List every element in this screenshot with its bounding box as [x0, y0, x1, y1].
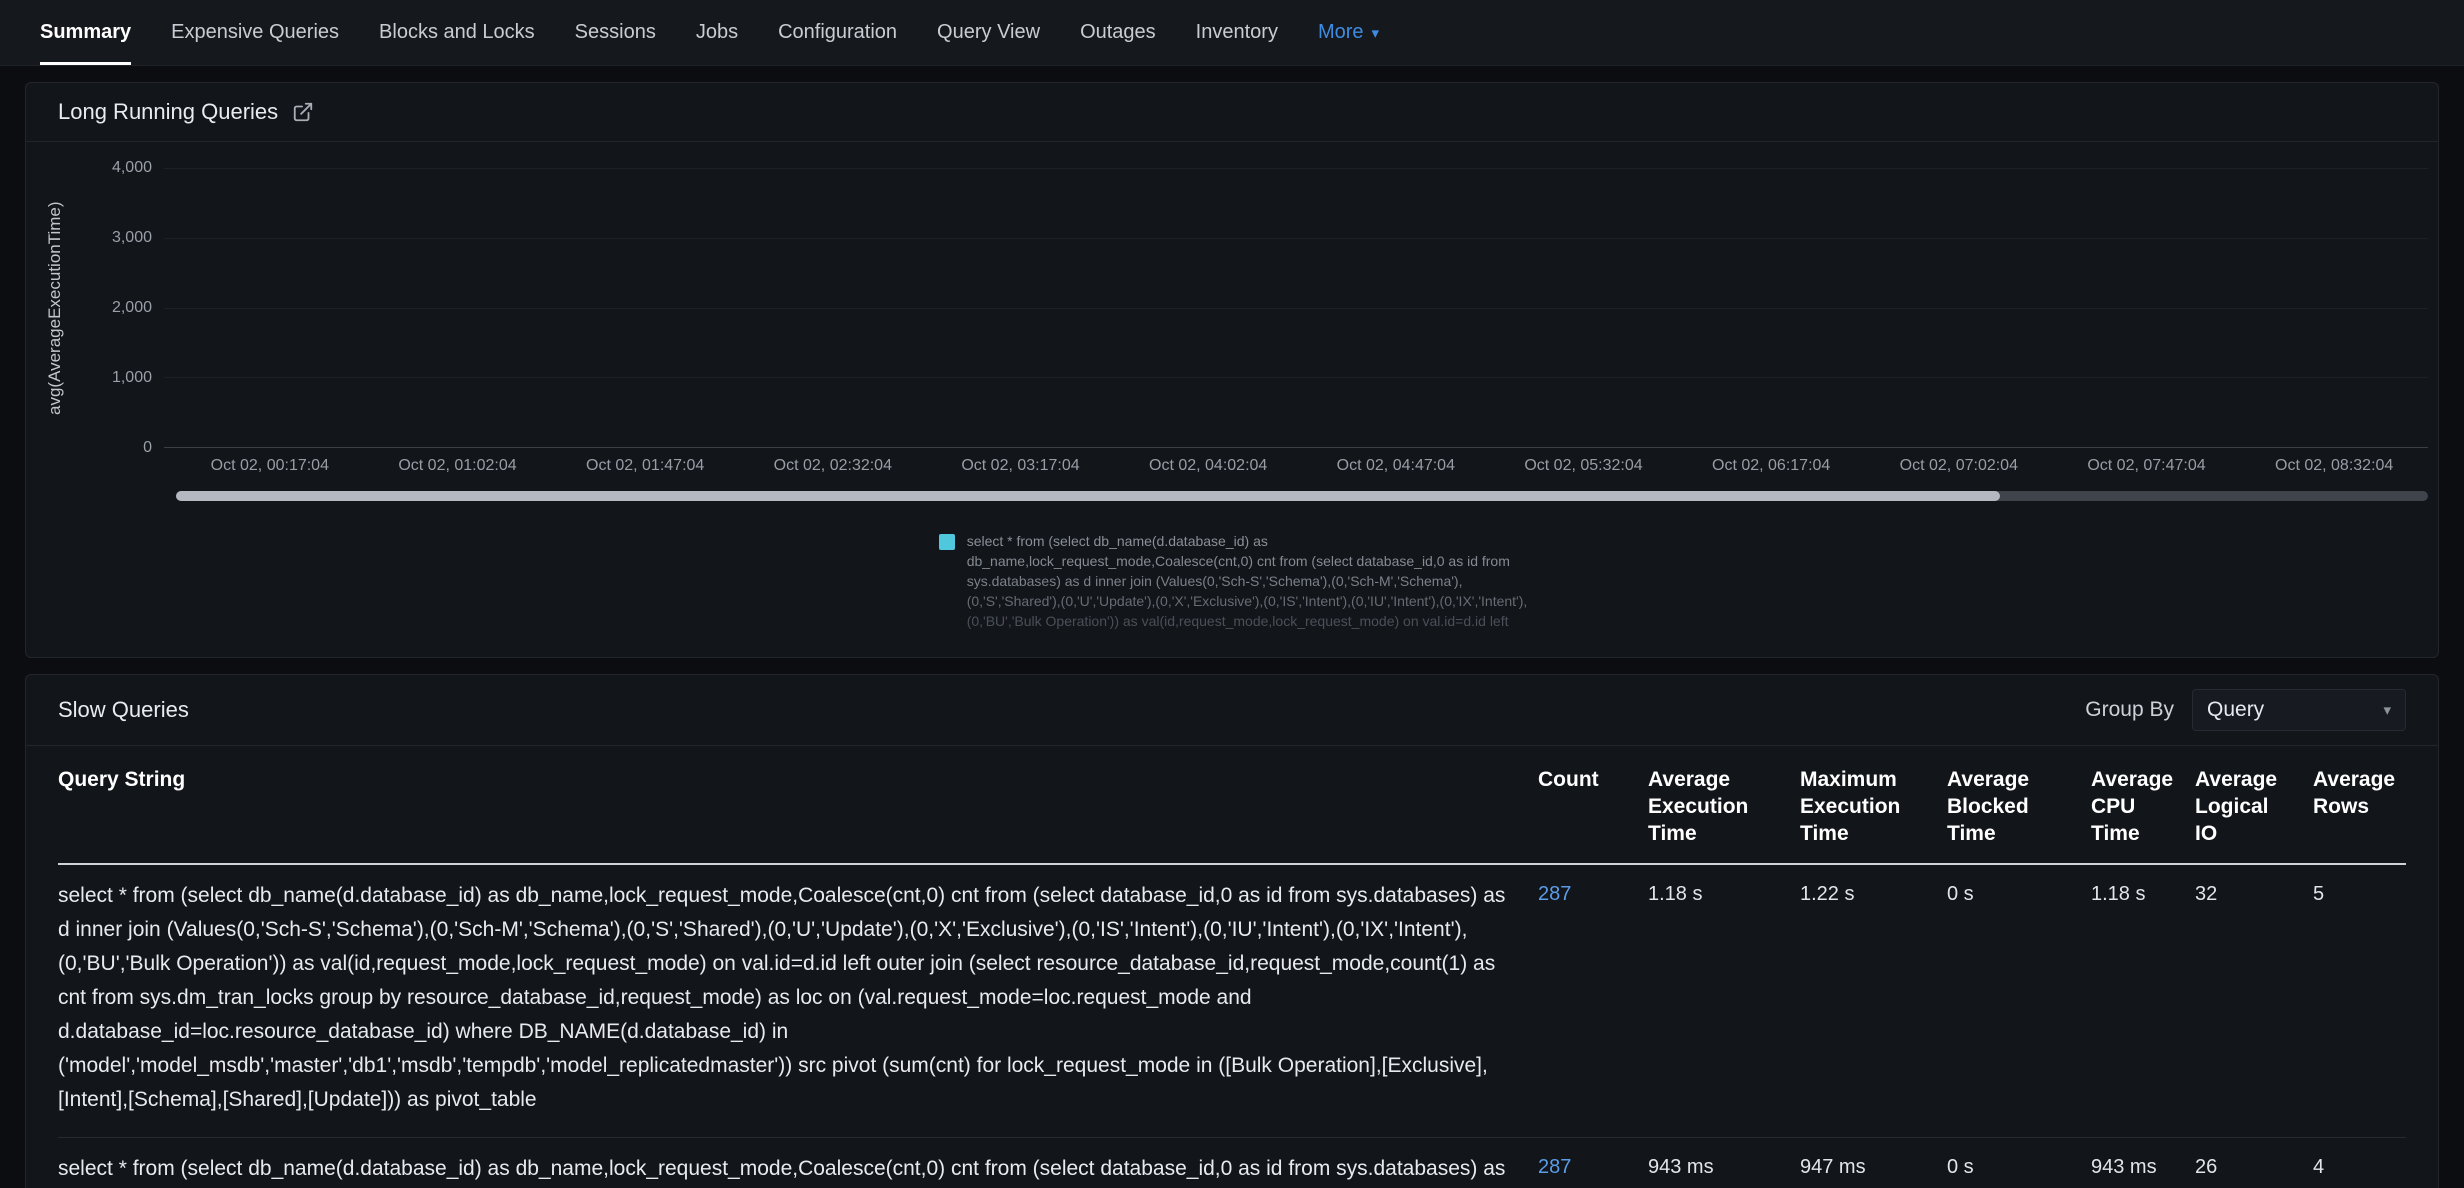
more-label: More — [1318, 21, 1364, 44]
chart-scrollbar[interactable] — [176, 491, 2428, 501]
y-axis-ticks: 01,0002,0003,0004,000 — [72, 168, 164, 448]
plot-area — [164, 168, 2428, 448]
table-row: select * from (select db_name(d.database… — [58, 1138, 2406, 1188]
column-header-average-rows: Average Rows — [2313, 766, 2408, 847]
tab-jobs[interactable]: Jobs — [696, 0, 738, 65]
x-tick-label: Oct 02, 01:02:04 — [364, 457, 552, 475]
long-running-queries-chart: avg(AverageExecutionTime) 0 1,000 2,000 3,0… — [26, 142, 2438, 631]
long-running-queries-title: Long Running Queries — [58, 99, 278, 125]
slow-queries-table: Query StringCountAverage Execution TimeM… — [26, 746, 2438, 1188]
avg-cpu-time-cell: 943 ms — [2091, 1152, 2195, 1179]
x-tick-label: Oct 02, 02:32:04 — [739, 457, 927, 475]
top-nav: Summary Expensive Queries Blocks and Locks… — [0, 0, 2464, 66]
tab-blocks-and-locks[interactable]: Blocks and Locks — [379, 0, 535, 65]
legend-text-line: sys.databases) as d inner join (Values(0… — [967, 571, 1528, 591]
legend-swatch — [939, 534, 955, 550]
y-axis-title: avg(AverageExecutionTime) — [38, 168, 72, 448]
tab-configuration[interactable]: Configuration — [778, 0, 897, 65]
x-tick-label: Oct 02, 04:47:04 — [1302, 457, 1490, 475]
legend-query-text: select * from (select db_name(d.database… — [967, 531, 1528, 631]
tab-expensive-queries[interactable]: Expensive Queries — [171, 0, 339, 65]
query-string-cell: select * from (select db_name(d.database… — [58, 1152, 1538, 1188]
tab-inventory[interactable]: Inventory — [1196, 0, 1278, 65]
group-by-control: Group By Query ▾ — [2085, 689, 2406, 731]
avg-blocked-time-cell: 0 s — [1947, 879, 2091, 906]
x-tick-label: Oct 02, 03:17:04 — [927, 457, 1115, 475]
x-tick-label: Oct 02, 07:02:04 — [1865, 457, 2053, 475]
open-in-new-icon[interactable] — [292, 101, 314, 123]
tab-sessions[interactable]: Sessions — [575, 0, 656, 65]
column-header-average-logical-io: Average Logical IO — [2195, 766, 2313, 847]
table-header-row: Query StringCountAverage Execution TimeM… — [58, 746, 2406, 865]
avg-cpu-time-cell: 1.18 s — [2091, 879, 2195, 906]
legend-text-line: (0,'BU','Bulk Operation')) as val(id,req… — [967, 611, 1528, 631]
y-tick-label: 2,000 — [112, 299, 152, 317]
x-tick-label: Oct 02, 00:17:04 — [176, 457, 364, 475]
column-header-count: Count — [1538, 766, 1648, 847]
avg-rows-cell: 5 — [2313, 879, 2408, 906]
chart-scrollbar-thumb[interactable] — [176, 491, 2000, 501]
column-header-maximum-execution-time: Maximum Execution Time — [1800, 766, 1947, 847]
column-header-average-cpu-time: Average CPU Time — [2091, 766, 2195, 847]
tab-summary[interactable]: Summary — [40, 0, 131, 65]
count-link[interactable]: 287 — [1538, 1152, 1648, 1179]
long-running-queries-header: Long Running Queries — [26, 83, 2438, 142]
slow-queries-title: Slow Queries — [58, 697, 189, 723]
x-tick-label: Oct 02, 01:47:04 — [551, 457, 739, 475]
tab-outages[interactable]: Outages — [1080, 0, 1156, 65]
avg-execution-time-cell: 1.18 s — [1648, 879, 1800, 906]
group-by-label: Group By — [2085, 698, 2174, 722]
avg-rows-cell: 4 — [2313, 1152, 2408, 1179]
slow-queries-panel: Slow Queries Group By Query ▾ Query Stri… — [25, 674, 2439, 1188]
max-execution-time-cell: 1.22 s — [1800, 879, 1947, 906]
y-tick-label: 0 — [143, 439, 152, 457]
avg-logical-io-cell: 32 — [2195, 879, 2313, 906]
count-link[interactable]: 287 — [1538, 879, 1648, 906]
x-tick-label: Oct 02, 06:17:04 — [1677, 457, 1865, 475]
nav-tabs: Summary Expensive Queries Blocks and Locks… — [40, 0, 1278, 65]
column-header-average-blocked-time: Average Blocked Time — [1947, 766, 2091, 847]
group-by-dropdown[interactable]: Query ▾ — [2192, 689, 2406, 731]
group-by-value: Query — [2207, 698, 2264, 722]
column-header-average-execution-time: Average Execution Time — [1648, 766, 1800, 847]
y-tick-label: 1,000 — [112, 369, 152, 387]
avg-execution-time-cell: 943 ms — [1648, 1152, 1800, 1179]
legend-text-line: (0,'S','Shared'),(0,'U','Update'),(0,'X'… — [967, 591, 1528, 611]
more-button[interactable]: More ▾ — [1318, 0, 1379, 65]
tab-query-view[interactable]: Query View — [937, 0, 1040, 65]
legend-text-line: db_name,lock_request_mode,Coalesce(cnt,0… — [967, 551, 1528, 571]
max-execution-time-cell: 947 ms — [1800, 1152, 1947, 1179]
x-tick-label: Oct 02, 07:47:04 — [2053, 457, 2241, 475]
avg-logical-io-cell: 26 — [2195, 1152, 2313, 1179]
x-tick-label: Oct 02, 04:02:04 — [1114, 457, 1302, 475]
chevron-down-icon: ▾ — [2383, 701, 2391, 719]
chevron-down-icon: ▾ — [1372, 24, 1380, 42]
slow-queries-header: Slow Queries Group By Query ▾ — [26, 675, 2438, 746]
chart-legend: select * from (select db_name(d.database… — [939, 531, 1528, 631]
avg-blocked-time-cell: 0 s — [1947, 1152, 2091, 1179]
column-header-query-string: Query String — [58, 766, 1538, 847]
long-running-queries-panel: Long Running Queries avg(AverageExecutio… — [25, 82, 2439, 658]
y-tick-label: 4,000 — [112, 159, 152, 177]
x-tick-label: Oct 02, 08:32:04 — [2240, 457, 2428, 475]
x-axis-labels: Oct 02, 00:17:04Oct 02, 01:02:04Oct 02, … — [176, 457, 2428, 475]
y-tick-label: 3,000 — [112, 229, 152, 247]
query-string-cell: select * from (select db_name(d.database… — [58, 879, 1538, 1117]
table-row: select * from (select db_name(d.database… — [58, 865, 2406, 1138]
x-tick-label: Oct 02, 05:32:04 — [1490, 457, 1678, 475]
legend-text-line: select * from (select db_name(d.database… — [967, 531, 1528, 551]
